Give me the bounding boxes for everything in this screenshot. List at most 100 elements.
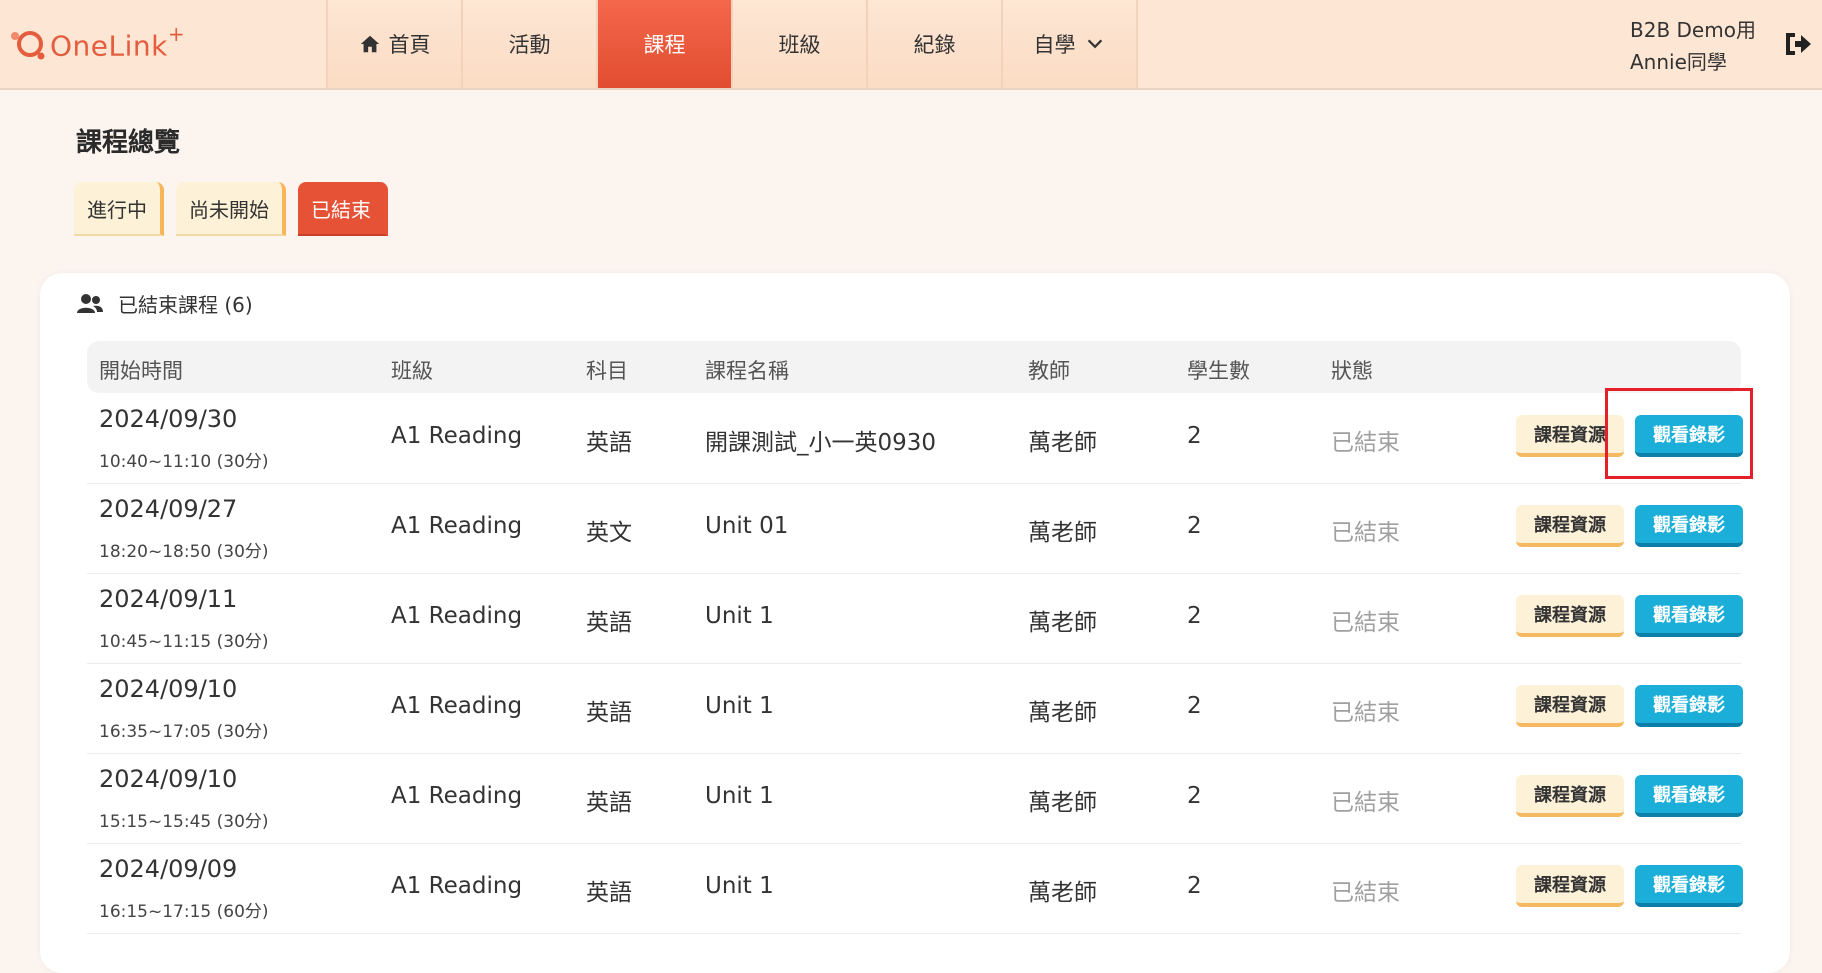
watch-recording-button[interactable]: 觀看錄影	[1635, 865, 1743, 907]
row-subject: 英文	[586, 520, 632, 546]
table-header: 開始時間 班級 科目 課程名稱 教師 學生數 狀態	[87, 341, 1741, 393]
row-status: 已結束	[1331, 700, 1400, 726]
column-header: 科目	[586, 359, 628, 383]
row-status: 已結束	[1331, 430, 1400, 456]
table-row: 2024/09/27 18:20~18:50 (30分) A1 Reading …	[87, 483, 1743, 574]
course-resources-button[interactable]: 課程資源	[1516, 775, 1624, 817]
row-status: 已結束	[1331, 520, 1400, 546]
watch-recording-button[interactable]: 觀看錄影	[1635, 685, 1743, 727]
row-time: 18:20~18:50 (30分)	[99, 542, 269, 562]
table-row: 2024/09/11 10:45~11:15 (30分) A1 Reading …	[87, 573, 1743, 664]
row-status: 已結束	[1331, 610, 1400, 636]
row-teacher: 萬老師	[1028, 430, 1097, 456]
top-nav-bar: OneLink+ 首頁 活動 課程 班級 紀錄 自學 B2B Demo用 Ann…	[0, 0, 1822, 90]
row-course-name: Unit 01	[705, 513, 789, 539]
row-subject: 英語	[586, 790, 632, 816]
row-class: A1 Reading	[391, 423, 523, 449]
watch-recording-button[interactable]: 觀看錄影	[1635, 595, 1743, 637]
row-course-name: Unit 1	[705, 783, 774, 809]
nav-item-records[interactable]: 紀錄	[868, 0, 1003, 88]
chevron-down-icon	[1087, 39, 1102, 49]
row-class: A1 Reading	[391, 693, 523, 719]
column-header: 課程名稱	[705, 359, 789, 383]
row-time: 10:40~11:10 (30分)	[99, 452, 269, 472]
home-icon	[360, 35, 379, 53]
nav-item-courses[interactable]: 課程	[598, 0, 733, 88]
card-title: 已結束課程 (6)	[118, 293, 253, 317]
row-time: 10:45~11:15 (30分)	[99, 632, 269, 652]
course-resources-button[interactable]: 課程資源	[1516, 865, 1624, 907]
watch-recording-button[interactable]: 觀看錄影	[1635, 775, 1743, 817]
row-class: A1 Reading	[391, 873, 523, 899]
card-header: 已結束課程 (6)	[76, 289, 253, 318]
user-info: B2B Demo用 Annie同學	[1630, 14, 1756, 78]
course-resources-button[interactable]: 課程資源	[1516, 415, 1624, 457]
row-student-count: 2	[1187, 693, 1202, 719]
logout-icon[interactable]	[1782, 30, 1812, 58]
user-name: Annie同學	[1630, 50, 1727, 74]
column-header: 開始時間	[99, 359, 183, 383]
nav-item-home[interactable]: 首頁	[328, 0, 463, 88]
row-course-name: Unit 1	[705, 873, 774, 899]
nav-item-label: 自學	[1033, 33, 1076, 57]
row-course-name: Unit 1	[705, 603, 774, 629]
nav-item-label: 課程	[643, 33, 686, 57]
row-student-count: 2	[1187, 783, 1202, 809]
tab-finished[interactable]: 已結束	[298, 182, 388, 236]
row-time: 15:15~15:45 (30分)	[99, 812, 269, 832]
row-teacher: 萬老師	[1028, 790, 1097, 816]
column-header: 教師	[1028, 359, 1070, 383]
nav-item-label: 紀錄	[913, 33, 956, 57]
page-title: 課程總覽	[76, 128, 181, 158]
course-resources-button[interactable]: 課程資源	[1516, 685, 1624, 727]
row-date: 2024/09/11	[99, 585, 238, 613]
row-class: A1 Reading	[391, 603, 523, 629]
row-student-count: 2	[1187, 603, 1202, 629]
course-resources-button[interactable]: 課程資源	[1516, 505, 1624, 547]
column-header: 班級	[391, 359, 433, 383]
nav-item-label: 首頁	[388, 33, 431, 57]
row-time: 16:35~17:05 (30分)	[99, 722, 269, 742]
nav-item-label: 活動	[508, 33, 551, 57]
row-date: 2024/09/10	[99, 675, 238, 703]
nav-item-activities[interactable]: 活動	[463, 0, 598, 88]
course-resources-button[interactable]: 課程資源	[1516, 595, 1624, 637]
watch-recording-button[interactable]: 觀看錄影	[1635, 415, 1743, 457]
row-student-count: 2	[1187, 873, 1202, 899]
onelink-logo[interactable]: OneLink+	[8, 21, 186, 63]
row-teacher: 萬老師	[1028, 700, 1097, 726]
logo-text: OneLink+	[50, 21, 186, 63]
main-nav: 首頁 活動 課程 班級 紀錄 自學	[326, 0, 1138, 88]
row-student-count: 2	[1187, 423, 1202, 449]
row-time: 16:15~17:15 (60分)	[99, 902, 269, 922]
row-teacher: 萬老師	[1028, 880, 1097, 906]
row-teacher: 萬老師	[1028, 610, 1097, 636]
row-subject: 英語	[586, 610, 632, 636]
row-class: A1 Reading	[391, 783, 523, 809]
row-date: 2024/09/10	[99, 765, 238, 793]
row-status: 已結束	[1331, 790, 1400, 816]
nav-item-self-study[interactable]: 自學	[1003, 0, 1138, 88]
finished-courses-card: 已結束課程 (6) 開始時間 班級 科目 課程名稱 教師 學生數 狀態 2024…	[40, 273, 1790, 973]
course-status-tabs: 進行中 尚未開始 已結束	[74, 182, 388, 236]
table-row: 2024/09/09 16:15~17:15 (60分) A1 Reading …	[87, 843, 1743, 934]
row-course-name: 開課測試_小一英0930	[705, 430, 937, 456]
row-student-count: 2	[1187, 513, 1202, 539]
table-row: 2024/09/10 16:35~17:05 (30分) A1 Reading …	[87, 663, 1743, 754]
users-icon	[77, 293, 103, 313]
row-teacher: 萬老師	[1028, 520, 1097, 546]
row-class: A1 Reading	[391, 513, 523, 539]
nav-item-label: 班級	[778, 33, 821, 57]
tab-not-started[interactable]: 尚未開始	[176, 182, 286, 236]
logo-mark-icon	[11, 31, 45, 60]
row-date: 2024/09/30	[99, 405, 238, 433]
row-subject: 英語	[586, 880, 632, 906]
row-subject: 英語	[586, 700, 632, 726]
column-header: 學生數	[1187, 359, 1250, 383]
row-date: 2024/09/27	[99, 495, 238, 523]
tab-in-progress[interactable]: 進行中	[74, 182, 164, 236]
user-org: B2B Demo用	[1630, 18, 1756, 42]
watch-recording-button[interactable]: 觀看錄影	[1635, 505, 1743, 547]
nav-item-classes[interactable]: 班級	[733, 0, 868, 88]
table-row: 2024/09/30 10:40~11:10 (30分) A1 Reading …	[87, 393, 1743, 484]
